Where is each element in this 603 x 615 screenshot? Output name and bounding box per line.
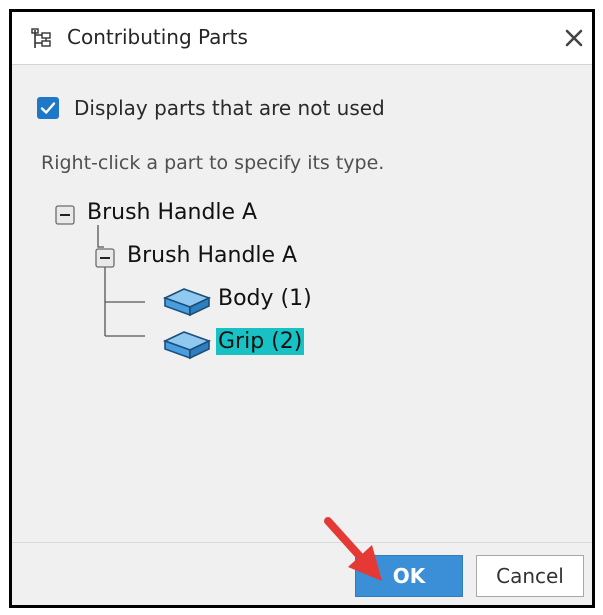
tree-node-subassembly[interactable]: Brush Handle A [127, 243, 297, 268]
instruction-text: Right-click a part to specify its type. [41, 152, 385, 174]
child-collapse-toggle[interactable] [95, 248, 115, 268]
dialog-title: Contributing Parts [67, 25, 248, 49]
display-unused-checkbox[interactable] [37, 97, 59, 119]
root-collapse-toggle[interactable] [55, 205, 75, 225]
solid-body-icon [162, 288, 212, 317]
ok-button[interactable]: OK [355, 555, 463, 597]
cancel-button[interactable]: Cancel [476, 555, 584, 597]
title-bar: Contributing Parts [12, 12, 592, 65]
solid-body-icon [162, 331, 212, 360]
close-icon[interactable] [562, 26, 586, 50]
tree-part-body[interactable]: Body (1) [218, 286, 312, 311]
tree-part-grip[interactable]: Grip (2) [216, 328, 305, 355]
checkmark-icon [40, 102, 56, 114]
assembly-tree-icon [31, 28, 51, 48]
dialog-footer: OK Cancel [12, 542, 592, 605]
tree-node-root[interactable]: Brush Handle A [87, 200, 257, 225]
display-unused-label[interactable]: Display parts that are not used [74, 96, 385, 120]
contributing-parts-dialog: Contributing Parts Display parts that ar… [9, 9, 595, 608]
